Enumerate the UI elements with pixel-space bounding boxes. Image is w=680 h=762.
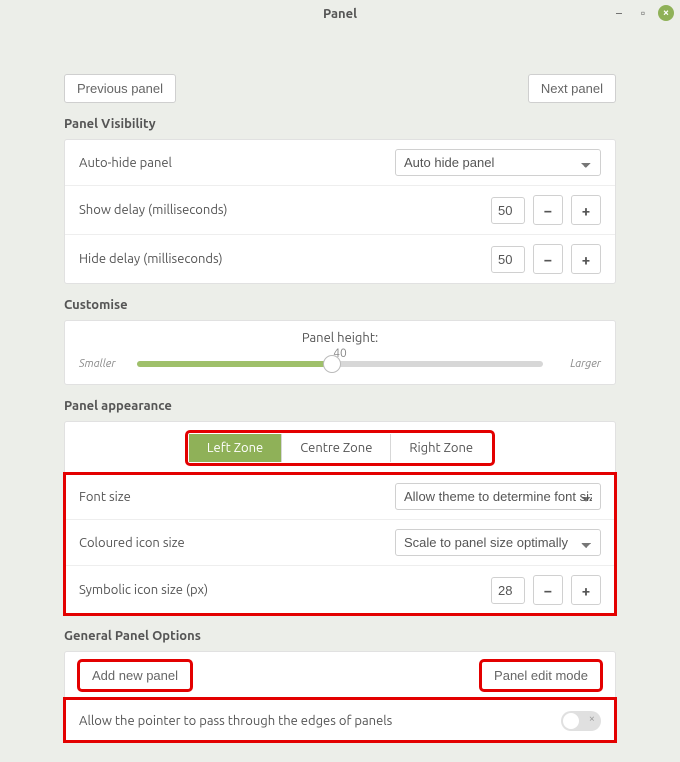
font-size-label: Font size [79, 490, 131, 504]
symbolic-icon-decrement[interactable]: − [533, 575, 563, 605]
pass-through-toggle[interactable]: × [561, 711, 601, 731]
panel-edit-mode-button[interactable]: Panel edit mode [481, 661, 601, 690]
coloured-icon-select[interactable]: Scale to panel size optimally [395, 529, 601, 556]
window-title: Panel [323, 7, 357, 21]
panel-height-block: Panel height: 40 Smaller Larger [65, 321, 615, 384]
section-heading-general: General Panel Options [64, 629, 616, 643]
hide-delay-label: Hide delay (milliseconds) [79, 252, 223, 266]
symbolic-icon-label: Symbolic icon size (px) [79, 583, 208, 597]
symbolic-icon-input[interactable] [491, 577, 525, 604]
show-delay-decrement[interactable]: − [533, 195, 563, 225]
zone-tabs: Left Zone Centre Zone Right Zone [187, 432, 493, 464]
panel-height-slider[interactable] [137, 361, 543, 367]
font-size-row: Font size Allow theme to determine font … [65, 474, 615, 519]
autohide-select[interactable]: Auto hide panel [395, 149, 601, 176]
add-new-panel-button[interactable]: Add new panel [79, 661, 191, 690]
show-delay-row: Show delay (milliseconds) − + [65, 185, 615, 234]
content: Previous panel Next panel Panel Visibili… [0, 28, 680, 762]
autohide-row: Auto-hide panel Auto hide panel [65, 140, 615, 185]
panel-nav: Previous panel Next panel [64, 74, 616, 103]
titlebar: Panel – ▫ × [0, 0, 680, 28]
section-heading-visibility: Panel Visibility [64, 117, 616, 131]
appearance-fields-highlight: Font size Allow theme to determine font … [65, 474, 615, 614]
window-controls: – ▫ × [610, 4, 674, 22]
slider-smaller-label: Smaller [79, 358, 129, 370]
tab-right-zone[interactable]: Right Zone [390, 434, 491, 462]
slider-larger-label: Larger [551, 358, 601, 370]
hide-delay-input[interactable] [491, 246, 525, 273]
tab-left-zone[interactable]: Left Zone [189, 434, 281, 462]
hide-delay-row: Hide delay (milliseconds) − + [65, 234, 615, 283]
show-delay-label: Show delay (milliseconds) [79, 203, 227, 217]
autohide-label: Auto-hide panel [79, 156, 172, 170]
general-panel: Add new panel Panel edit mode Allow the … [64, 651, 616, 742]
previous-panel-button[interactable]: Previous panel [64, 74, 176, 103]
show-delay-input[interactable] [491, 197, 525, 224]
panel-height-label: Panel height: [79, 331, 601, 345]
section-heading-customise: Customise [64, 298, 616, 312]
customise-panel: Panel height: 40 Smaller Larger [64, 320, 616, 385]
pass-through-label: Allow the pointer to pass through the ed… [79, 714, 392, 728]
hide-delay-decrement[interactable]: − [533, 244, 563, 274]
coloured-icon-row: Coloured icon size Scale to panel size o… [65, 519, 615, 565]
symbolic-icon-row: Symbolic icon size (px) − + [65, 565, 615, 614]
visibility-panel: Auto-hide panel Auto hide panel Show del… [64, 139, 616, 284]
slider-thumb[interactable] [323, 355, 341, 373]
section-heading-appearance: Panel appearance [64, 399, 616, 413]
general-buttons-row: Add new panel Panel edit mode [65, 652, 615, 699]
font-size-select[interactable]: Allow theme to determine font size [395, 483, 601, 510]
minimize-button[interactable]: – [610, 4, 628, 22]
zone-tabs-wrap: Left Zone Centre Zone Right Zone [65, 422, 615, 474]
toggle-off-icon: × [589, 713, 595, 725]
next-panel-button[interactable]: Next panel [528, 74, 616, 103]
appearance-panel: Left Zone Centre Zone Right Zone Font si… [64, 421, 616, 615]
coloured-icon-label: Coloured icon size [79, 536, 185, 550]
symbolic-icon-increment[interactable]: + [571, 575, 601, 605]
toggle-knob [563, 713, 579, 729]
show-delay-increment[interactable]: + [571, 195, 601, 225]
slider-fill [137, 361, 332, 367]
maximize-button[interactable]: ▫ [634, 4, 652, 22]
close-button[interactable]: × [658, 5, 674, 21]
pass-through-row: Allow the pointer to pass through the ed… [65, 699, 615, 741]
hide-delay-increment[interactable]: + [571, 244, 601, 274]
tab-centre-zone[interactable]: Centre Zone [281, 434, 390, 462]
